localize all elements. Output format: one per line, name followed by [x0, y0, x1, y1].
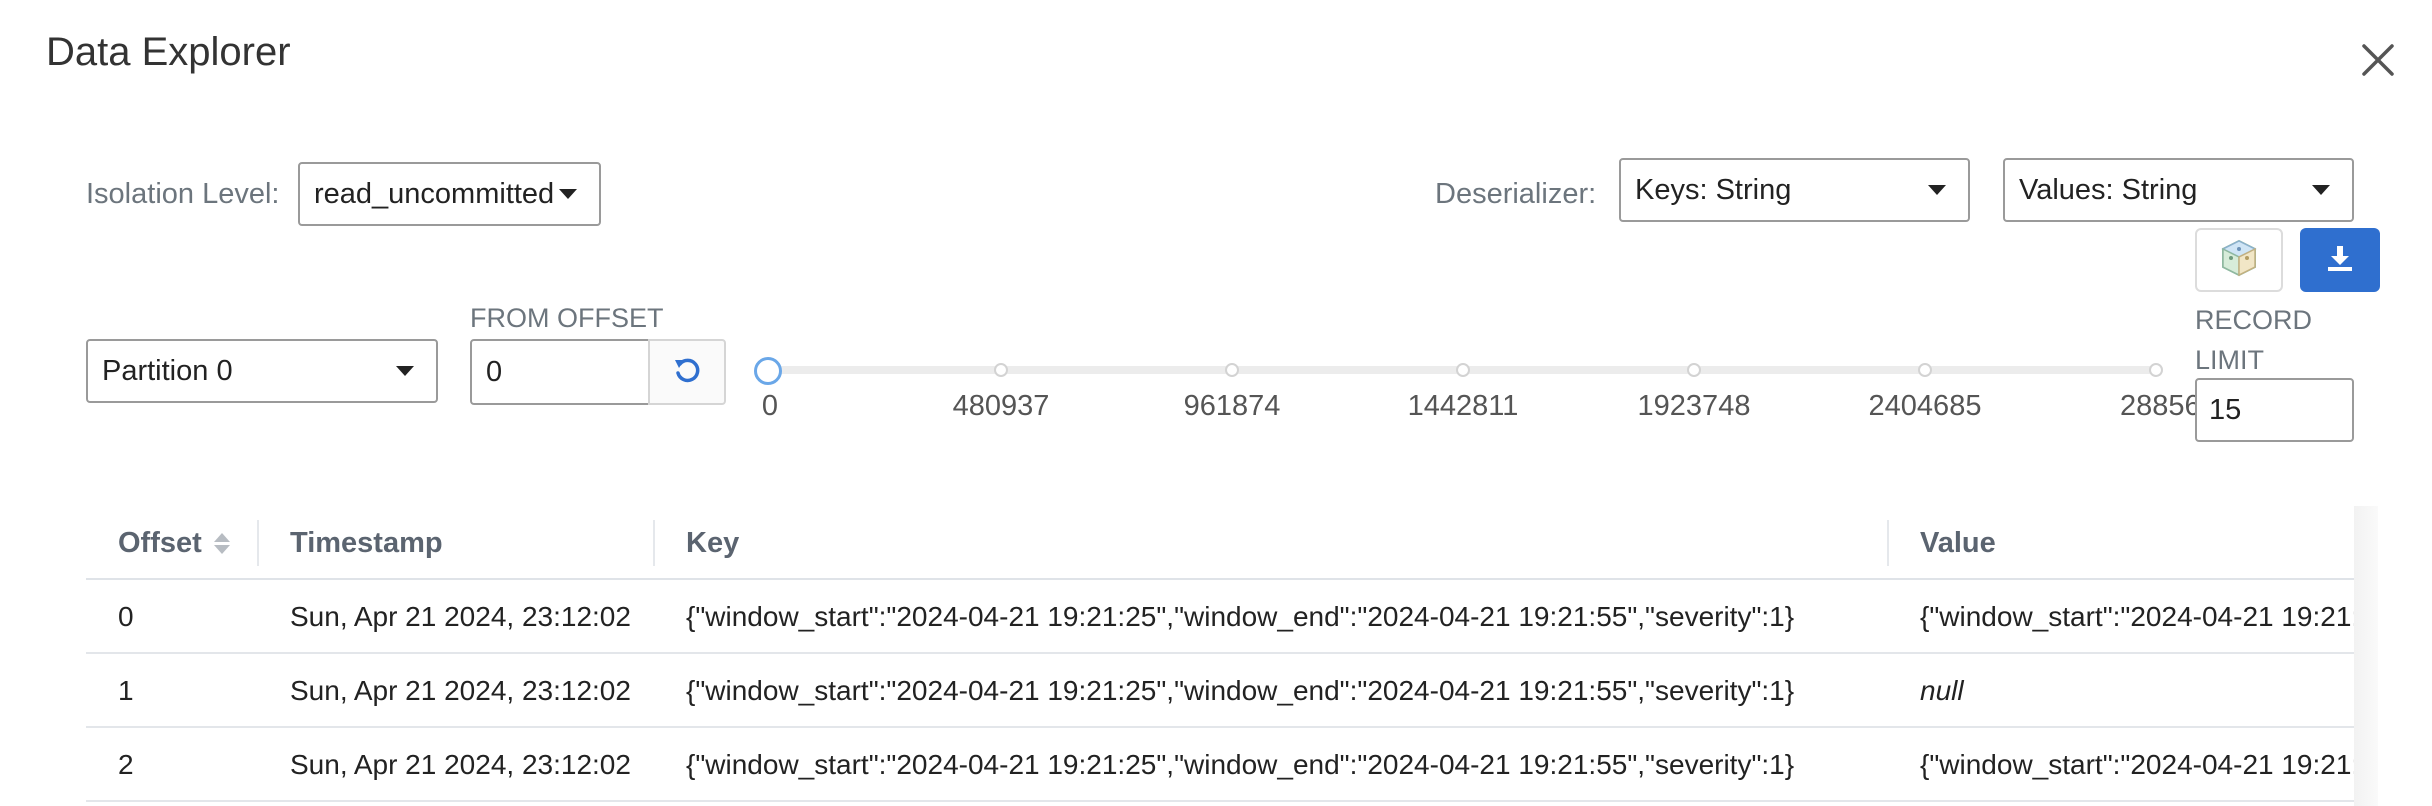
records-table: Offset Timestamp Key Value 0 Sun, Apr 21…: [86, 506, 2354, 806]
chevron-down-icon: [1928, 185, 1946, 195]
column-header-key: Key: [654, 506, 1888, 580]
column-header-label: Value: [1920, 526, 1996, 559]
offset-slider-handle[interactable]: [754, 357, 782, 385]
table-row[interactable]: 1 Sun, Apr 21 2024, 23:12:02 {"window_st…: [86, 654, 2354, 728]
sort-icon[interactable]: [213, 532, 230, 554]
offset-cell: 0: [118, 601, 134, 632]
value-cell: {"window_start":"2024-04-21 19:21:25","w…: [1920, 601, 2354, 632]
reset-icon: [672, 355, 702, 390]
offset-cell: 1: [118, 675, 134, 706]
key-cell: {"window_start":"2024-04-21 19:21:25","w…: [686, 749, 1795, 780]
values-deserializer-value: Values: String: [2019, 173, 2198, 206]
table-header: Offset Timestamp Key Value: [86, 506, 2354, 580]
key-cell: {"window_start":"2024-04-21 19:21:25","w…: [686, 601, 1795, 632]
slider-tick-label: 2404685: [1868, 390, 1982, 422]
slider-tick-label: 480937: [952, 390, 1050, 422]
timestamp-cell: Sun, Apr 21 2024, 23:12:02: [290, 675, 631, 706]
deserializer-label: Deserializer:: [1435, 178, 1597, 210]
slider-tick-label: 1923748: [1637, 390, 1751, 422]
column-header-label: Offset: [118, 526, 202, 559]
chevron-down-icon: [559, 189, 577, 199]
table-row[interactable]: 0 Sun, Apr 21 2024, 23:12:02 {"window_st…: [86, 580, 2354, 654]
dialog-title: Data Explorer: [46, 30, 291, 74]
chevron-down-icon: [396, 366, 414, 376]
slider-tick-label: 1442811: [1407, 390, 1519, 422]
partition-value: Partition 0: [102, 354, 233, 387]
slider-tick-label: 2885622: [2120, 390, 2195, 422]
keys-deserializer-value: Keys: String: [1635, 173, 1792, 206]
slider-mark: [1456, 363, 1470, 377]
record-limit-input[interactable]: [2195, 378, 2354, 442]
keys-deserializer-select[interactable]: Keys: String: [1619, 158, 1970, 222]
key-cell: {"window_start":"2024-04-21 19:21:25","w…: [686, 675, 1795, 706]
download-button[interactable]: [2300, 228, 2380, 292]
reset-offset-button[interactable]: [648, 339, 726, 405]
data-explorer-dialog: Data Explorer Isolation Level: read_unco…: [0, 0, 2432, 806]
isolation-level-label: Isolation Level:: [86, 178, 280, 210]
column-header-offset[interactable]: Offset: [86, 506, 258, 580]
values-deserializer-select[interactable]: Values: String: [2003, 158, 2354, 222]
slider-tick-label-clipped: 2885622: [2120, 385, 2195, 430]
table-row[interactable]: 2 Sun, Apr 21 2024, 23:12:02 {"window_st…: [86, 728, 2354, 802]
partition-select[interactable]: Partition 0: [86, 339, 438, 403]
chevron-down-icon: [2312, 185, 2330, 195]
close-icon[interactable]: [2358, 40, 2398, 80]
column-header-value: Value: [1888, 506, 2354, 580]
offset-cell: 2: [118, 749, 134, 780]
download-icon: [2325, 243, 2355, 278]
timestamp-cell: Sun, Apr 21 2024, 23:12:02: [290, 601, 631, 632]
from-offset-input[interactable]: [470, 339, 650, 405]
from-offset-label: FROM OFFSET: [470, 303, 664, 333]
value-cell: {"window_start":"2024-04-21 19:21:25","w…: [1920, 749, 2354, 780]
schema-button[interactable]: [2195, 228, 2283, 292]
record-limit-label: RECORD LIMIT: [2195, 305, 2313, 375]
column-header-label: Timestamp: [290, 526, 443, 559]
slider-mark: [1687, 363, 1701, 377]
slider-tick-label: 0: [761, 390, 779, 422]
value-cell: null: [1920, 675, 1964, 706]
isolation-level-value: read_uncommitted: [314, 177, 555, 210]
slider-mark: [2149, 363, 2163, 377]
isolation-level-select[interactable]: read_uncommitted: [298, 162, 601, 226]
slider-tick-label: 961874: [1183, 390, 1281, 422]
timestamp-cell: Sun, Apr 21 2024, 23:12:02: [290, 749, 631, 780]
cube-icon: [2220, 238, 2258, 283]
slider-mark: [1918, 363, 1932, 377]
slider-mark: [1225, 363, 1239, 377]
slider-mark: [994, 363, 1008, 377]
column-header-timestamp: Timestamp: [258, 506, 654, 580]
column-header-label: Key: [686, 526, 740, 559]
horizontal-scroll-edge[interactable]: [2354, 506, 2378, 806]
